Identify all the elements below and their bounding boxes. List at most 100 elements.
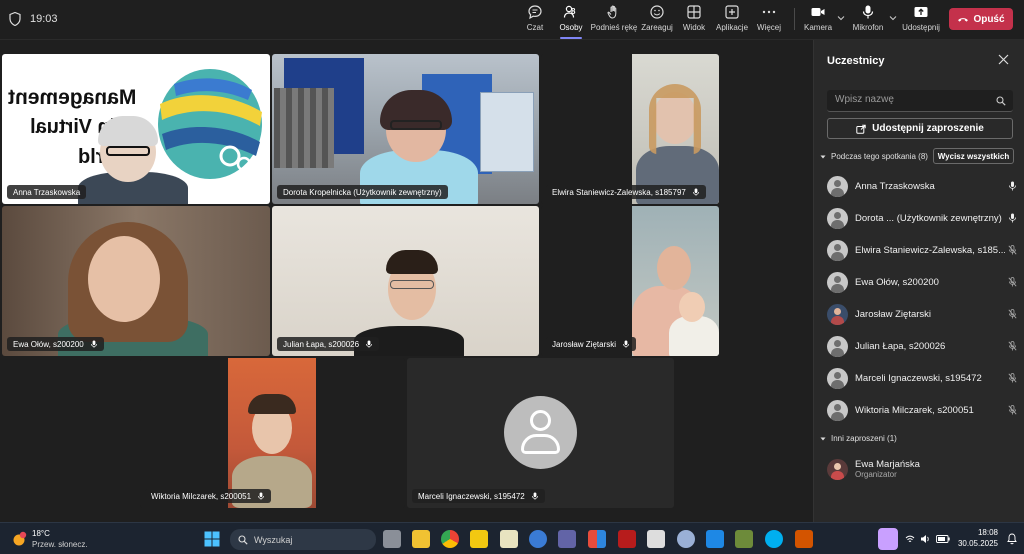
avatar (827, 239, 848, 261)
video-tile-elwira[interactable]: Elwira Staniewicz-Zalewska, s185797 (541, 54, 719, 204)
globe-logo (158, 69, 262, 179)
section-title: Inni zaproszeni (1) (831, 434, 897, 443)
participant-row[interactable]: Elwira Staniewicz-Zalewska, s185... (827, 238, 1017, 262)
participant-name: Jarosław Ziętarski (855, 308, 932, 320)
taskbar-search[interactable]: Wyszukaj (230, 529, 376, 550)
app-icon[interactable] (647, 530, 665, 548)
weather-sun-icon[interactable] (12, 531, 28, 547)
mic-off-icon[interactable] (1008, 405, 1017, 415)
mic-off-icon[interactable] (1008, 277, 1017, 287)
participant-row[interactable]: Ewa Ołów, s200200 (827, 270, 1017, 294)
meeting-timer: 19:03 (30, 13, 58, 25)
share-label: Udostępnij (902, 23, 940, 32)
participant-row[interactable]: Dorota ... (Użytkownik zewnętrzny) (827, 206, 1017, 230)
app-icon[interactable] (529, 530, 547, 548)
chat-button[interactable]: Czat (524, 4, 546, 36)
mic-off-icon[interactable] (1008, 373, 1017, 383)
file-explorer-icon[interactable] (412, 530, 430, 548)
participant-name: Dorota ... (Użytkownik zewnętrzny) (855, 212, 1002, 224)
camera-options-chevron-icon[interactable] (837, 15, 845, 21)
vscode-icon[interactable] (706, 530, 724, 548)
participant-search[interactable] (827, 90, 1013, 112)
mic-options-chevron-icon[interactable] (889, 15, 897, 21)
microphone-button[interactable]: Mikrofon (852, 4, 884, 36)
participant-name: Elwira Staniewicz-Zalewska, s185797 (552, 187, 686, 197)
mic-icon[interactable] (1008, 213, 1017, 223)
participant-row[interactable]: Julian Łapa, s200026 (827, 334, 1017, 358)
avatar (827, 399, 848, 421)
video-tile-dorota[interactable]: Dorota Kropelnicka (Użytkownik zewnętrzn… (272, 54, 539, 204)
search-input[interactable] (835, 94, 985, 105)
mic-off-icon[interactable] (1008, 341, 1017, 351)
avatar (827, 335, 848, 357)
mic-off-icon[interactable] (1008, 245, 1017, 255)
participant-row[interactable]: Anna Trzaskowska (827, 174, 1017, 198)
in-meeting-section-toggle[interactable]: Podczas tego spotkania (8) (820, 152, 928, 161)
shield-icon (9, 12, 21, 26)
video-tile-ewa[interactable]: Ewa Ołów, s200200 (2, 206, 270, 356)
more-button[interactable]: Więcej (756, 4, 782, 36)
participant-row[interactable]: Jarosław Ziętarski (827, 302, 1017, 326)
raise-hand-label: Podnieś rękę (590, 23, 638, 32)
people-button[interactable]: 8 Osoby (558, 4, 584, 39)
participant-name: Wiktoria Milczarek, s200051 (855, 404, 974, 416)
power-bi-icon[interactable] (470, 530, 488, 548)
participant-name: Wiktoria Milczarek, s200051 (151, 491, 252, 501)
app-icon[interactable] (795, 530, 813, 548)
others-section-toggle[interactable]: Inni zaproszeni (1) (820, 434, 897, 443)
invited-row[interactable]: Ewa Marjańska Organizator (827, 455, 1017, 483)
windows-start-icon[interactable] (204, 531, 220, 547)
react-button[interactable]: Zareaguj (641, 4, 673, 36)
weather-summary: Przew. słonecz. (32, 540, 88, 549)
clock-date[interactable]: 30.05.2025 (956, 539, 998, 548)
raise-hand-button[interactable]: Podnieś rękę (590, 4, 638, 36)
participant-name: Ewa Ołów, s200200 (13, 339, 84, 349)
video-tile-marceli[interactable]: Marceli Ignaczewski, s195472 (407, 358, 674, 508)
video-tile-jaroslaw[interactable]: Jarosław Ziętarski (541, 206, 719, 356)
tile-name-label: Anna Trzaskowska (7, 185, 87, 199)
r-icon[interactable] (677, 530, 695, 548)
close-icon[interactable] (998, 54, 1009, 65)
app-icon[interactable] (588, 530, 606, 548)
teams-icon[interactable] (558, 530, 576, 548)
section-title: Podczas tego spotkania (8) (831, 152, 928, 161)
participant-row[interactable]: Wiktoria Milczarek, s200051 (827, 398, 1017, 422)
video-tile-julian[interactable]: Julian Łapa, s200026 (272, 206, 539, 356)
volume-icon[interactable] (920, 534, 931, 544)
pdf-reader-icon[interactable] (618, 530, 636, 548)
camera-button[interactable]: Kamera (804, 4, 832, 36)
active-tab-indicator (560, 37, 582, 39)
share-screen-button[interactable]: Udostępnij (902, 4, 940, 36)
search-icon (238, 534, 248, 545)
emoji-icon (650, 5, 664, 19)
share-screen-icon (914, 7, 928, 17)
notification-bell-icon[interactable] (1006, 533, 1018, 545)
more-label: Więcej (756, 23, 781, 32)
task-view-icon[interactable] (383, 530, 401, 548)
battery-icon[interactable] (936, 535, 950, 543)
participant-name: Jarosław Ziętarski (552, 339, 617, 349)
microphone-in-use-icon[interactable] (878, 528, 898, 550)
view-button[interactable]: Widok (682, 4, 706, 36)
wifi-icon[interactable] (905, 534, 915, 544)
share-invite-button[interactable]: Udostępnij zaproszenie (827, 118, 1013, 139)
leave-button[interactable]: Opuść (949, 8, 1013, 30)
microphone-label: Mikrofon (852, 23, 884, 32)
skype-icon[interactable] (765, 530, 783, 548)
app-icon[interactable] (500, 530, 518, 548)
participant-row[interactable]: Marceli Ignaczewski, s195472 (827, 366, 1017, 390)
video-tile-anna[interactable]: Management in Virtual World Anna Trzasko… (2, 54, 270, 204)
mic-off-icon[interactable] (1008, 309, 1017, 319)
avatar (827, 458, 848, 480)
meeting-toolbar: 19:03 Czat 8 Osoby Podnieś rękę Zareaguj… (0, 0, 1024, 40)
clock-time[interactable]: 18:08 (956, 528, 998, 537)
leave-label: Opuść (973, 13, 1005, 25)
mic-icon (90, 340, 97, 348)
mute-all-button[interactable]: Wycisz wszystkich (933, 148, 1014, 164)
react-label: Zareaguj (641, 23, 673, 32)
app-icon[interactable] (735, 530, 753, 548)
video-tile-wiktoria[interactable]: Wiktoria Milczarek, s200051 (140, 358, 405, 508)
mic-icon[interactable] (1008, 181, 1017, 191)
apps-button[interactable]: Aplikacje (716, 4, 748, 36)
chrome-icon[interactable] (441, 530, 459, 548)
